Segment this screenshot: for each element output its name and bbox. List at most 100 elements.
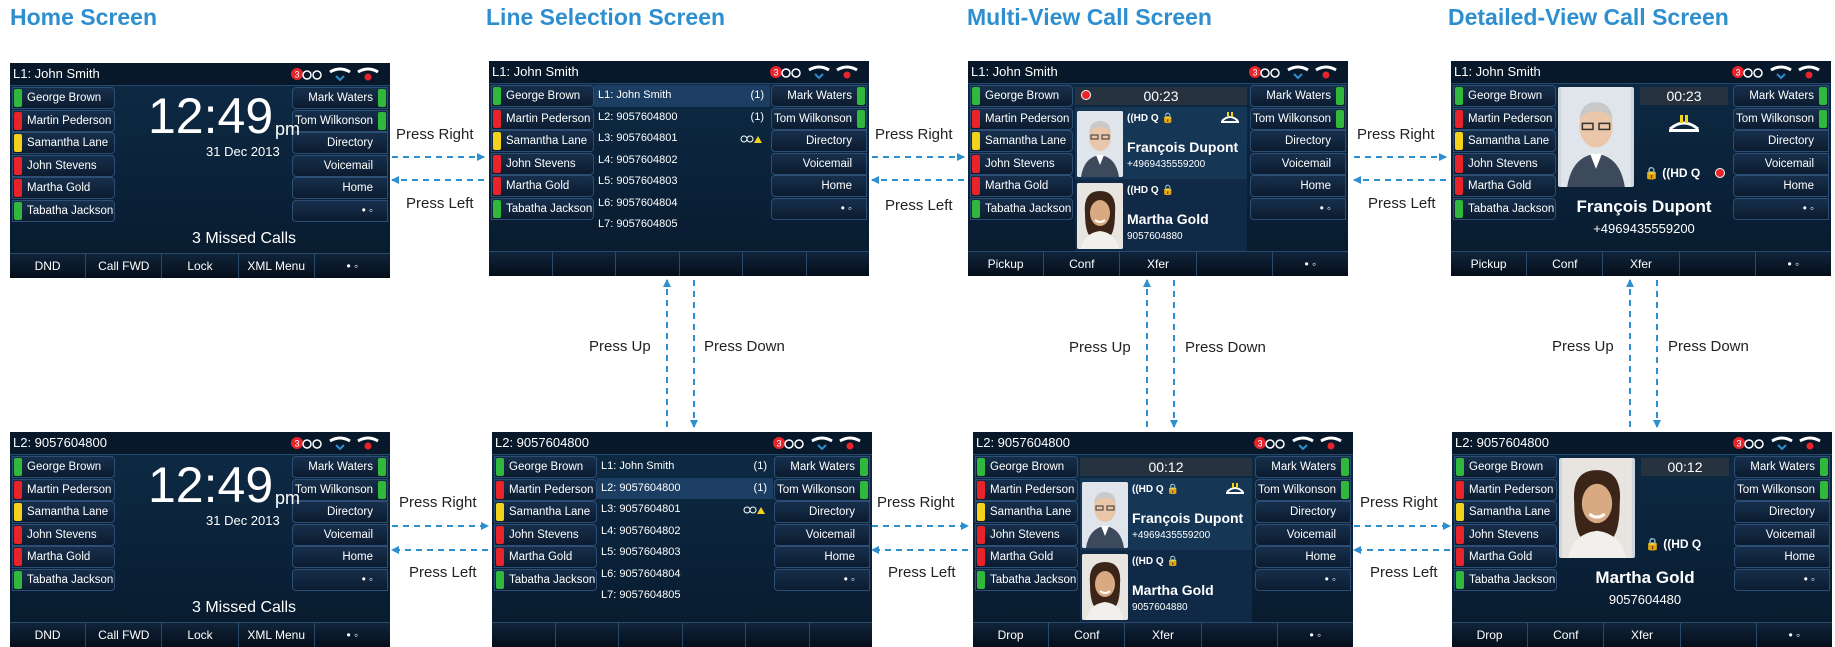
softkey-more[interactable]: • ◦ [292,199,388,222]
bottom-softkey[interactable] [619,623,683,647]
bottom-softkey[interactable] [680,252,743,276]
line-item[interactable]: L1: John Smith (1) [597,456,773,478]
line-key-martha-gold[interactable]: Martha Gold [494,546,597,568]
softkey-directory[interactable]: Directory [292,501,388,523]
missed-calls[interactable]: 3 Missed Calls [192,230,296,248]
line-item[interactable]: L7: 9057604805 [597,585,773,607]
softkey-home[interactable]: Home [1255,546,1351,568]
softkey-home[interactable]: Home [774,546,870,568]
softkey-more[interactable]: • ◦ [1255,568,1351,591]
line-item[interactable]: L7: 9057604805 [594,214,770,236]
line-key-john-stevens[interactable]: John Stevens [975,523,1078,546]
softkey-markwaters[interactable]: Mark Waters [771,85,867,107]
softkey-more[interactable]: • ◦ [1733,197,1829,220]
bottom-softkey[interactable]: DND [10,623,87,647]
softkey-more[interactable]: • ◦ [771,197,867,220]
softkey-home[interactable]: Home [1250,175,1346,197]
line-key-george-brown[interactable]: George Brown [12,456,115,478]
line-key-george-brown[interactable]: George Brown [1453,85,1556,107]
line-key-samantha-lane[interactable]: Samantha Lane [975,501,1078,523]
softkey-home[interactable]: Home [771,175,867,197]
bottom-softkey[interactable] [489,252,553,276]
line-key-martin-pederson[interactable]: Martin Pederson [1453,107,1556,130]
line-key-john-stevens[interactable]: John Stevens [12,523,115,546]
bottom-softkey[interactable] [616,252,680,276]
line-key-martha-gold[interactable]: Martha Gold [1453,175,1556,197]
softkey-markwaters[interactable]: Mark Waters [1255,456,1351,478]
line-item[interactable]: L3: 9057604801 [597,499,773,521]
softkey-more[interactable]: • ◦ [292,568,388,591]
softkey-tomwilkonson[interactable]: Tom Wilkonson [292,109,388,132]
softkey-directory[interactable]: Directory [771,130,867,152]
softkey-directory[interactable]: Directory [1733,130,1829,152]
softkey-markwaters[interactable]: Mark Waters [292,87,388,109]
softkey-more[interactable]: • ◦ [774,568,870,591]
softkey-tomwilkonson[interactable]: Tom Wilkonson [1255,478,1351,501]
bottom-softkey[interactable] [1197,252,1273,276]
softkey-tomwilkonson[interactable]: Tom Wilkonson [1734,478,1830,501]
bottom-softkey[interactable]: Call FWD [86,254,163,278]
bottom-softkey[interactable]: XML Menu [239,623,315,647]
bottom-softkey[interactable] [807,252,870,276]
bottom-softkey[interactable]: Conf [1527,252,1604,276]
bottom-softkey[interactable]: Xfer [1604,623,1681,647]
line-key-george-brown[interactable]: George Brown [1454,456,1557,478]
softkey-tomwilkonson[interactable]: Tom Wilkonson [292,478,388,501]
softkey-markwaters[interactable]: Mark Waters [1250,85,1346,107]
bottom-softkey[interactable]: • ◦ [1273,252,1348,276]
bottom-softkey[interactable] [553,252,616,276]
line-key-george-brown[interactable]: George Brown [970,85,1073,107]
line-key-samantha-lane[interactable]: Samantha Lane [12,132,115,154]
softkey-markwaters[interactable]: Mark Waters [1734,456,1830,478]
softkey-more[interactable]: • ◦ [1250,197,1346,220]
bottom-softkey[interactable]: Lock [162,623,239,647]
softkey-voicemail[interactable]: Voicemail [292,154,388,177]
line-item[interactable]: L3: 9057604801 [594,128,770,150]
softkey-home[interactable]: Home [1733,175,1829,197]
softkey-markwaters[interactable]: Mark Waters [774,456,870,478]
line-item[interactable]: L4: 9057604802 [597,521,773,543]
bottom-softkey[interactable]: Drop [973,623,1050,647]
line-key-tabatha-jackson[interactable]: Tabatha Jackson [12,568,115,591]
bottom-softkey[interactable]: Conf [1044,252,1121,276]
bottom-softkey[interactable] [743,252,807,276]
line-item[interactable]: L6: 9057604804 [597,564,773,586]
line-key-tabatha-jackson[interactable]: Tabatha Jackson [1453,197,1556,220]
softkey-voicemail[interactable]: Voicemail [1733,152,1829,175]
bottom-softkey[interactable] [683,623,746,647]
bottom-softkey[interactable] [556,623,619,647]
line-key-martin-pederson[interactable]: Martin Pederson [494,478,597,501]
bottom-softkey[interactable]: Conf [1528,623,1605,647]
line-key-martha-gold[interactable]: Martha Gold [1454,546,1557,568]
softkey-tomwilkonson[interactable]: Tom Wilkonson [1733,107,1829,130]
bottom-softkey[interactable]: • ◦ [1278,623,1353,647]
line-key-samantha-lane[interactable]: Samantha Lane [491,130,594,152]
softkey-directory[interactable]: Directory [774,501,870,523]
call-row[interactable]: ((HD Q 🔒 François Dupont +4969435559200 [1080,478,1252,552]
bottom-softkey[interactable]: Pickup [1451,252,1528,276]
softkey-directory[interactable]: Directory [1255,501,1351,523]
bottom-softkey[interactable]: • ◦ [1757,623,1832,647]
softkey-tomwilkonson[interactable]: Tom Wilkonson [1250,107,1346,130]
softkey-voicemail[interactable]: Voicemail [771,152,867,175]
line-key-martha-gold[interactable]: Martha Gold [975,546,1078,568]
softkey-home[interactable]: Home [292,177,388,199]
softkey-voicemail[interactable]: Voicemail [292,523,388,546]
bottom-softkey[interactable]: Pickup [968,252,1045,276]
line-key-martin-pederson[interactable]: Martin Pederson [1454,478,1557,501]
softkey-voicemail[interactable]: Voicemail [1250,152,1346,175]
line-key-martin-pederson[interactable]: Martin Pederson [12,478,115,501]
line-key-samantha-lane[interactable]: Samantha Lane [970,130,1073,152]
line-key-tabatha-jackson[interactable]: Tabatha Jackson [970,197,1073,220]
softkey-voicemail[interactable]: Voicemail [1734,523,1830,546]
bottom-softkey[interactable] [492,623,556,647]
bottom-softkey[interactable]: Conf [1049,623,1126,647]
softkey-directory[interactable]: Directory [1250,130,1346,152]
call-row[interactable]: ((HD Q 🔒 François Dupont +4969435559200 [1075,107,1247,181]
line-key-tabatha-jackson[interactable]: Tabatha Jackson [494,568,597,591]
call-row[interactable]: ((HD Q 🔒 Martha Gold 9057604880 [1080,550,1252,624]
softkey-tomwilkonson[interactable]: Tom Wilkonson [774,478,870,501]
bottom-softkey[interactable] [1680,252,1756,276]
bottom-softkey[interactable]: • ◦ [315,254,390,278]
line-key-john-stevens[interactable]: John Stevens [491,152,594,175]
